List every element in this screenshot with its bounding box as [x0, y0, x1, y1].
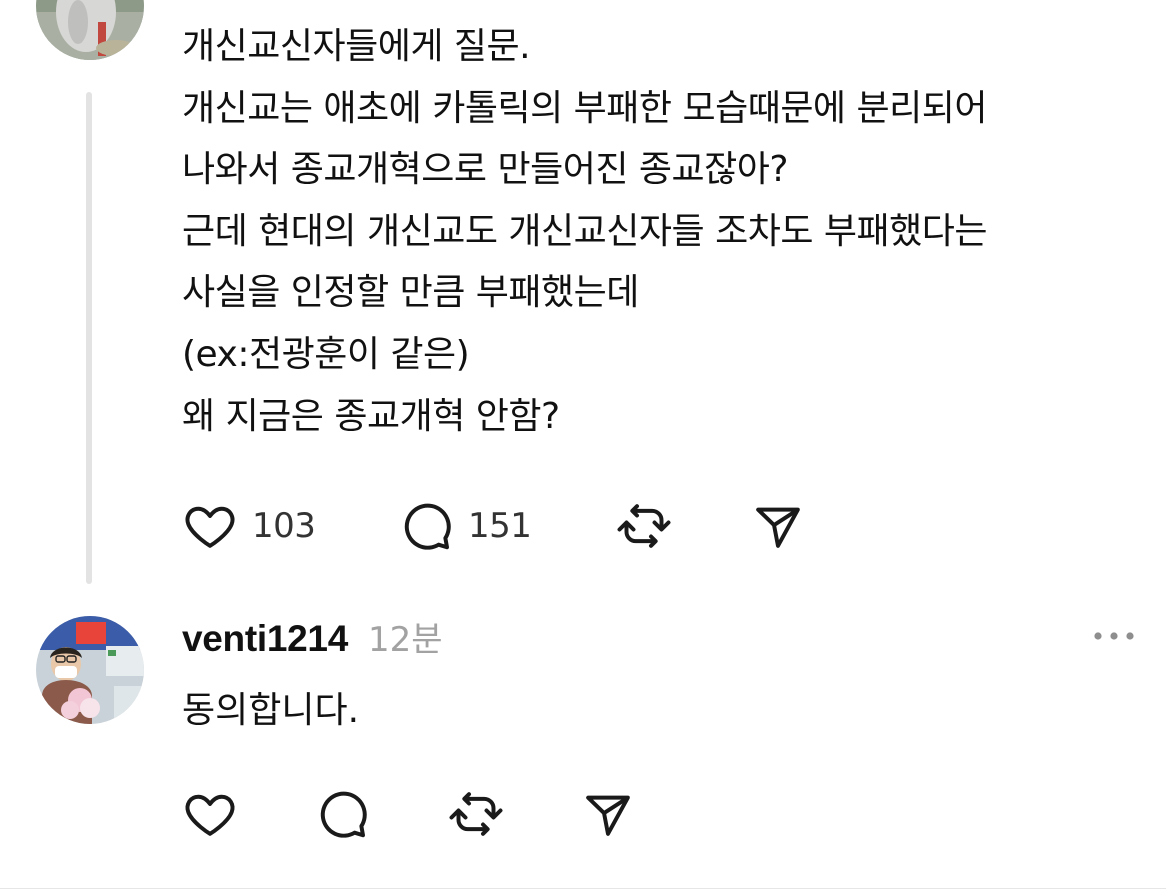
section-divider: [0, 888, 1166, 889]
post-text-line: 사실을 인정할 만큼 부패했는데: [182, 272, 639, 314]
thread-connector-line: [86, 92, 92, 584]
post-text-line: 나와서 종교개혁으로 만들어진 종교잖아?: [182, 149, 788, 191]
share-button[interactable]: [750, 498, 806, 554]
reply-user-avatar[interactable]: [36, 616, 144, 724]
comment-count: 151: [468, 506, 532, 546]
comment-bubble-icon: [398, 498, 454, 554]
post-text-line: 왜 지금은 종교개혁 안함?: [182, 395, 560, 437]
post-text-line: 개신교는 애초에 카톨릭의 부패한 모습때문에 분리되어: [182, 87, 987, 129]
heart-icon: [182, 786, 238, 842]
comment-button[interactable]: 151: [398, 498, 616, 554]
reply-share-button[interactable]: [580, 786, 636, 842]
heart-icon: [182, 498, 238, 554]
repost-button[interactable]: [616, 498, 750, 554]
original-poster-avatar[interactable]: [36, 0, 144, 60]
comment-bubble-icon: [314, 786, 370, 842]
reply-header: venti1214 12분: [182, 612, 443, 661]
reply-like-button[interactable]: [182, 786, 314, 842]
more-options-button[interactable]: [1092, 628, 1136, 648]
post-action-bar: 103 151: [182, 498, 806, 554]
reply-timestamp: 12분: [367, 620, 443, 660]
reply-action-bar: [182, 786, 636, 842]
more-horizontal-icon: [1092, 629, 1136, 648]
post-text-line: 개신교신자들에게 질문.: [182, 26, 531, 67]
like-button[interactable]: 103: [182, 498, 398, 554]
reply-repost-button[interactable]: [448, 786, 580, 842]
post-content: 개신교신자들에게 질문. 개신교는 애초에 카톨릭의 부패한 모습때문에 분리되…: [182, 16, 1152, 447]
reply-comment-button[interactable]: [314, 786, 448, 842]
post-text-line: (ex:전광훈이 같은): [182, 333, 470, 375]
repost-icon: [448, 786, 504, 842]
reply-username[interactable]: venti1214: [182, 618, 348, 660]
post-text-line: 근데 현대의 개신교도 개신교신자들 조차도 부패했다는: [182, 210, 987, 252]
share-send-icon: [750, 498, 806, 554]
reply-text: 동의합니다.: [182, 690, 360, 731]
share-send-icon: [580, 786, 636, 842]
like-count: 103: [252, 506, 316, 546]
repost-icon: [616, 498, 672, 554]
